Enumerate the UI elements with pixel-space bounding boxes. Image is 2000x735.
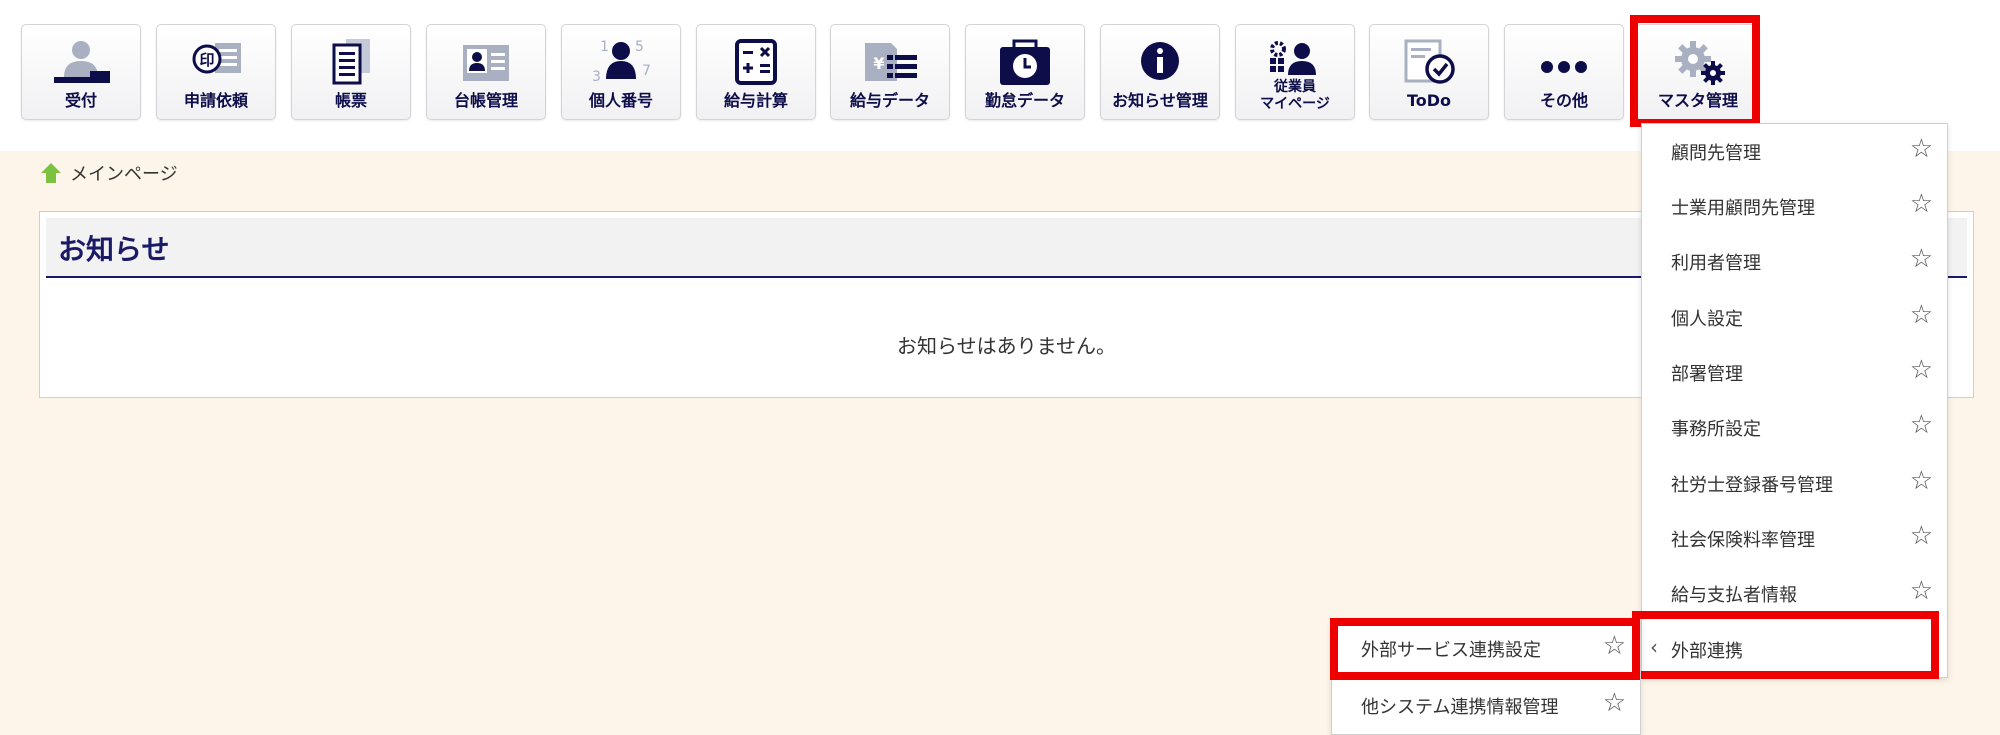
tile-payroll-calc[interactable]: 給与計算 [696, 24, 816, 120]
menu-item-label: 部署管理 [1671, 364, 1743, 385]
tile-reception[interactable]: 受付 [21, 24, 141, 120]
tile-application-request[interactable]: 印 申請依頼 [156, 24, 276, 120]
attendance-clock-icon [966, 37, 1084, 89]
star-icon[interactable]: ☆ [1603, 633, 1626, 659]
menu-item-external-service-settings[interactable]: 外部サービス連携設定 ☆ [1330, 618, 1640, 680]
menu-item-client-admin[interactable]: 顧問先管理 ☆ [1642, 124, 1947, 179]
breadcrumb[interactable]: メインページ [40, 160, 178, 186]
tile-label: マスタ管理 [1657, 91, 1738, 110]
info-icon [1101, 37, 1219, 89]
star-icon[interactable]: ☆ [1910, 468, 1933, 494]
tile-label: 申請依頼 [183, 91, 248, 110]
tile-label: 受付 [64, 91, 97, 110]
more-dots-icon [1505, 37, 1623, 89]
menu-item-department-admin[interactable]: 部署管理 ☆ [1642, 345, 1947, 400]
home-icon [41, 163, 61, 183]
star-icon[interactable]: ☆ [1910, 302, 1933, 328]
tile-master-admin[interactable]: マスタ管理 [1630, 15, 1760, 127]
personal-number-icon: 1 5 3 7 [562, 37, 680, 89]
star-icon[interactable]: ☆ [1910, 578, 1933, 604]
reception-icon [22, 37, 140, 89]
svg-text:3: 3 [592, 69, 601, 85]
tile-todo[interactable]: ToDo [1369, 24, 1489, 120]
star-icon[interactable]: ☆ [1910, 246, 1933, 272]
tile-forms[interactable]: 帳票 [291, 24, 411, 120]
menu-item-label: 他システム連携情報管理 [1361, 697, 1559, 718]
menu-item-label: 給与支払者情報 [1671, 585, 1797, 606]
menu-item-label: 士業用顧問先管理 [1671, 198, 1815, 219]
star-icon[interactable]: ☆ [1603, 690, 1626, 716]
forms-icon [292, 37, 410, 89]
star-icon[interactable]: ☆ [1910, 357, 1933, 383]
todo-check-icon [1370, 37, 1488, 89]
salary-data-icon: ¥ [831, 37, 949, 89]
menu-item-sharoushi-registration[interactable]: 社労士登録番号管理 ☆ [1642, 456, 1947, 511]
menu-item-user-admin[interactable]: 利用者管理 ☆ [1642, 234, 1947, 289]
seal-document-icon: 印 [157, 37, 275, 89]
tile-attendance-data[interactable]: 勤怠データ [965, 24, 1085, 120]
svg-text:1: 1 [600, 39, 609, 55]
svg-text:5: 5 [635, 39, 644, 55]
tile-label: 勤怠データ [984, 91, 1065, 110]
breadcrumb-main-page[interactable]: メインページ [70, 160, 178, 186]
star-icon[interactable]: ☆ [1910, 191, 1933, 217]
chevron-left-icon: ‹ [1650, 635, 1658, 659]
menu-item-other-system-info[interactable]: 他システム連携情報管理 ☆ [1332, 678, 1640, 733]
gears-icon [1637, 37, 1759, 89]
menu-item-professional-client-admin[interactable]: 士業用顧問先管理 ☆ [1642, 179, 1947, 234]
tile-label: 給与計算 [723, 91, 788, 110]
ledger-card-icon [427, 37, 545, 89]
star-icon[interactable]: ☆ [1910, 412, 1933, 438]
tile-employee-mypage[interactable]: 従業員 マイページ [1235, 24, 1355, 120]
menu-item-label: 社労士登録番号管理 [1671, 475, 1833, 496]
menu-item-label: 外部連携 [1671, 641, 1743, 662]
master-admin-dropdown: 顧問先管理 ☆ 士業用顧問先管理 ☆ 利用者管理 ☆ 個人設定 ☆ 部署管理 ☆… [1632, 123, 1948, 679]
tile-label: 台帳管理 [453, 91, 518, 110]
star-icon[interactable]: ☆ [1910, 523, 1933, 549]
svg-text:¥: ¥ [873, 54, 884, 73]
tile-ledger[interactable]: 台帳管理 [426, 24, 546, 120]
tile-personal-number[interactable]: 1 5 3 7 個人番号 [561, 24, 681, 120]
notice-panel-title: お知らせ [58, 233, 170, 266]
tile-other[interactable]: その他 [1504, 24, 1624, 120]
svg-text:印: 印 [199, 51, 214, 69]
menu-item-payer-info[interactable]: 給与支払者情報 ☆ [1642, 566, 1947, 621]
tile-label: お知らせ管理 [1112, 91, 1208, 110]
external-integration-submenu: 外部サービス連携設定 ☆ 他システム連携情報管理 ☆ [1330, 618, 1641, 735]
tile-label: 従業員 マイページ [1260, 79, 1330, 112]
tile-label: 帳票 [334, 91, 367, 110]
tile-label: その他 [1539, 91, 1588, 110]
menu-item-external-integration[interactable]: ‹ 外部連携 [1632, 611, 1947, 679]
tile-notice-admin[interactable]: お知らせ管理 [1100, 24, 1220, 120]
calculator-icon [697, 37, 815, 89]
tile-payroll-data[interactable]: ¥ 給与データ [830, 24, 950, 120]
menu-item-label: 個人設定 [1671, 309, 1743, 330]
menu-item-label: 社会保険料率管理 [1671, 530, 1815, 551]
tile-label: 個人番号 [588, 91, 653, 110]
tile-label: ToDo [1406, 91, 1452, 110]
svg-text:7: 7 [642, 63, 651, 79]
star-icon[interactable]: ☆ [1910, 136, 1933, 162]
menu-item-label: 利用者管理 [1671, 253, 1761, 274]
menu-item-office-settings[interactable]: 事務所設定 ☆ [1642, 400, 1947, 455]
menu-item-social-insurance-rate[interactable]: 社会保険料率管理 ☆ [1642, 511, 1947, 566]
menu-item-personal-settings[interactable]: 個人設定 ☆ [1642, 290, 1947, 345]
tile-label: 給与データ [849, 91, 930, 110]
menu-item-label: 事務所設定 [1671, 419, 1761, 440]
menu-item-label: 外部サービス連携設定 [1361, 640, 1541, 661]
menu-item-label: 顧問先管理 [1671, 143, 1761, 164]
